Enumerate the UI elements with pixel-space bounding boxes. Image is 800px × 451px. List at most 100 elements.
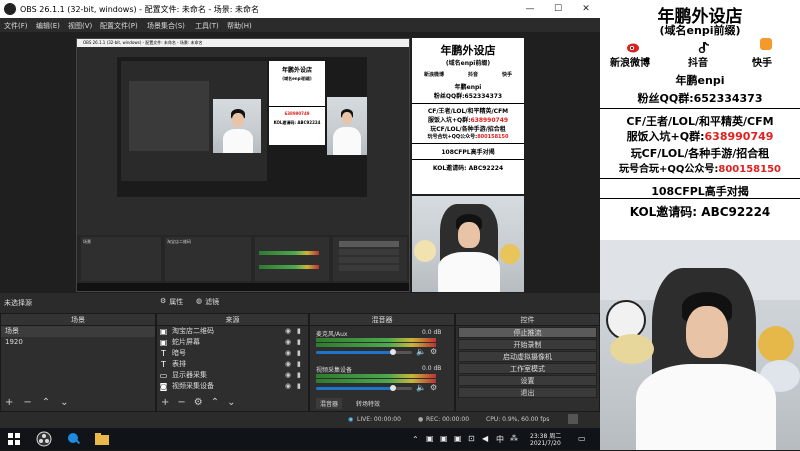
mixer-meter xyxy=(316,374,436,378)
network-icon[interactable]: ⊡ xyxy=(468,434,475,443)
menu-help[interactable]: 帮助(H) xyxy=(227,21,252,31)
mixer-dock: 混音器 麦克风/Aux 0.0 dB 🔈 ⚙ 视频采集设备 0.0 dB 🔈 ⚙… xyxy=(309,313,455,412)
volume-slider-knob[interactable] xyxy=(390,385,396,391)
obs-taskbar-icon[interactable] xyxy=(36,431,52,447)
scene-item[interactable]: 1920 xyxy=(1,337,155,348)
fans-group-label: 粉丝QQ群: xyxy=(637,92,694,105)
tab-mixer[interactable]: 混音器 xyxy=(316,398,343,409)
settings-button[interactable]: 设置 xyxy=(458,375,597,386)
maximize-button[interactable]: ☐ xyxy=(544,0,572,18)
minimize-button[interactable]: — xyxy=(516,0,544,18)
nested-sources-dock: 淘宝店二维码 xyxy=(165,237,251,281)
nested-poster-line6: KOL邀请码: ABC92224 xyxy=(273,120,321,125)
search-app-taskbar-icon[interactable] xyxy=(66,431,82,447)
eye-icon[interactable]: ◉ xyxy=(285,382,293,390)
preview-poster-title: 年鹏外设店 xyxy=(440,44,496,57)
filters-button[interactable]: ◍ 滤镜 xyxy=(196,297,219,307)
gear-icon[interactable]: ⚙ xyxy=(430,347,437,356)
properties-button[interactable]: ⚙ 属性 xyxy=(160,297,183,307)
menu-view[interactable]: 视图(V) xyxy=(68,21,92,31)
move-up-icon[interactable]: ⌃ xyxy=(42,397,50,408)
gear-icon[interactable]: ⚙ xyxy=(194,397,203,408)
stop-streaming-button[interactable]: 停止推流 xyxy=(458,327,597,338)
remove-icon[interactable]: − xyxy=(177,397,185,408)
rec-icon: ● xyxy=(418,416,424,423)
lock-icon[interactable]: ▮ xyxy=(297,349,305,357)
remove-icon[interactable]: − xyxy=(23,397,31,408)
title-bar: OBS 26.1.1 (32-bit, windows) - 配置文件: 未命名… xyxy=(0,0,600,18)
promo-line-2-value: 638990749 xyxy=(704,130,774,143)
obs-logo-icon xyxy=(4,3,16,15)
promo-line-6: KOL邀请码: ABC92224 xyxy=(629,205,771,219)
tray-chevron-icon[interactable]: ⌃ xyxy=(412,435,419,444)
eye-icon[interactable]: ◉ xyxy=(285,338,293,346)
no-source-selected: 未选择源 xyxy=(4,299,32,307)
eye-icon[interactable]: ◉ xyxy=(285,360,293,368)
nested-title-bar: OBS 26.1.1 (32-bit, windows) - 配置文件: 未命名… xyxy=(77,39,409,47)
folder-taskbar-icon[interactable] xyxy=(94,431,110,447)
plush-toy xyxy=(610,334,654,364)
lock-icon[interactable]: ▮ xyxy=(297,371,305,379)
kuaishou-icon xyxy=(760,38,772,50)
shop-domain: (域名enpi前缀) xyxy=(659,24,741,37)
menu-tools[interactable]: 工具(T) xyxy=(195,21,219,31)
mixer-channel-db: 0.0 dB xyxy=(422,329,442,336)
volume-slider-knob[interactable] xyxy=(390,349,396,355)
speaker-icon[interactable]: 🔈 xyxy=(416,347,426,356)
lock-icon[interactable]: ▮ xyxy=(297,360,305,368)
eye-icon[interactable]: ◉ xyxy=(285,371,293,379)
tray-app-icon[interactable]: ▣ xyxy=(440,434,448,443)
source-item[interactable]: T 暗号 ◉ ▮ xyxy=(157,348,308,359)
menu-file[interactable]: 文件(F) xyxy=(4,21,28,31)
eye-icon[interactable]: ◉ xyxy=(285,349,293,357)
volume-slider[interactable] xyxy=(316,351,393,354)
exit-button[interactable]: 退出 xyxy=(458,387,597,398)
source-item[interactable]: ▣ 淘宝店二维码 ◉ ▮ xyxy=(157,326,308,337)
notification-icon[interactable]: ▭ xyxy=(578,434,586,443)
tray-app-icon[interactable]: ▣ xyxy=(454,434,462,443)
speaker-icon[interactable]: 🔈 xyxy=(416,383,426,392)
move-down-icon[interactable]: ⌄ xyxy=(60,397,68,408)
fans-group: 粉丝QQ群:652334373 xyxy=(600,90,800,106)
move-up-icon[interactable]: ⌃ xyxy=(211,397,219,408)
promo-line-1: CF/王者/LOL/和平精英/CFM xyxy=(626,115,774,128)
windows-taskbar: ⌃ ▣ ▣ ▣ ⊡ ◀ 中 ⁂ 23:38 周二 2021/7/20 ▭ xyxy=(0,428,600,450)
grid-icon[interactable]: ⁂ xyxy=(510,434,518,443)
source-item[interactable]: ▭ 显示器采集 ◉ ▮ xyxy=(157,370,308,381)
move-down-icon[interactable]: ⌄ xyxy=(227,397,235,408)
tab-transitions[interactable]: 转场特效 xyxy=(352,398,384,409)
scene-item[interactable]: 场景 xyxy=(1,326,155,337)
add-icon[interactable]: + xyxy=(5,397,13,408)
preview-line2-label: 服饭入坑+Q群: xyxy=(427,117,471,124)
image-icon: ▣ xyxy=(159,327,168,336)
volume-slider[interactable] xyxy=(316,387,393,390)
menu-profile[interactable]: 配置文件(P) xyxy=(100,21,138,31)
start-virtual-camera-button[interactable]: 启动虚拟摄像机 xyxy=(458,351,597,362)
preview-canvas[interactable]: OBS 26.1.1 (32-bit, windows) - 配置文件: 未命名… xyxy=(0,32,600,293)
lock-icon[interactable]: ▮ xyxy=(297,327,305,335)
source-item[interactable]: ▣ 蛇片屏幕 ◉ ▮ xyxy=(157,337,308,348)
lock-icon[interactable]: ▮ xyxy=(297,382,305,390)
speaker-icon[interactable]: ◀ xyxy=(482,434,488,443)
start-recording-button[interactable]: 开始录制 xyxy=(458,339,597,350)
stream-health-icon xyxy=(568,414,578,424)
eye-icon[interactable]: ◉ xyxy=(285,327,293,335)
gear-icon[interactable]: ⚙ xyxy=(430,383,437,392)
source-item[interactable]: T 表排 ◉ ▮ xyxy=(157,359,308,370)
nested-scenes-label: 场景 xyxy=(83,239,91,244)
menu-edit[interactable]: 编辑(E) xyxy=(36,21,60,31)
menu-scene-collection[interactable]: 场景集合(S) xyxy=(147,21,185,31)
windows-start-icon[interactable] xyxy=(6,431,22,447)
lock-icon[interactable]: ▮ xyxy=(297,338,305,346)
tray-app-icon[interactable]: ▣ xyxy=(426,434,434,443)
promo-line-3: 玩CF/LOL/各种手游/招合租 xyxy=(630,147,770,160)
preview-line2-value: 638990749 xyxy=(470,117,509,124)
add-icon[interactable]: + xyxy=(161,397,169,408)
live-time: LIVE: 00:00:00 xyxy=(357,416,401,423)
source-item[interactable]: ◙ 视频采集设备 ◉ ▮ xyxy=(157,381,308,392)
sources-header: 来源 xyxy=(157,314,308,326)
close-button[interactable]: ✕ xyxy=(572,0,600,18)
text-icon: T xyxy=(161,360,166,369)
input-method-icon[interactable]: 中 xyxy=(496,434,504,445)
studio-mode-button[interactable]: 工作室模式 xyxy=(458,363,597,374)
